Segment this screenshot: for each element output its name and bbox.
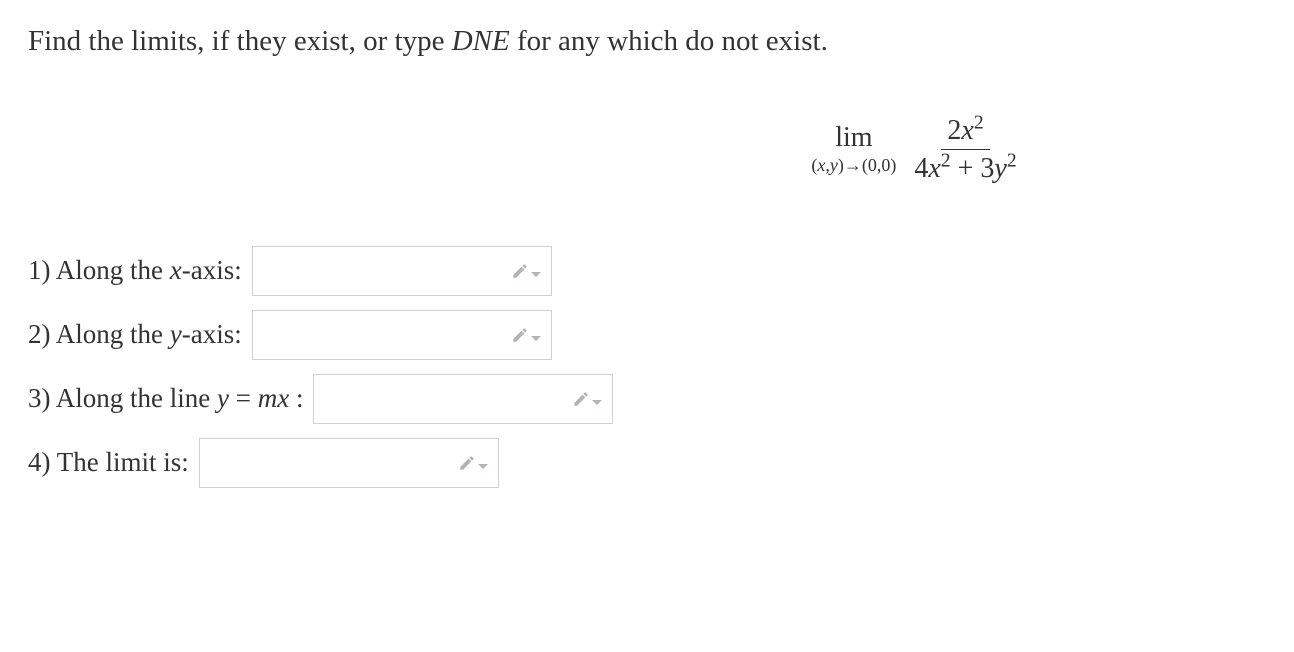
question-1-label: 1) Along the x-axis:: [28, 250, 242, 291]
question-2-row: 2) Along the y-axis:: [28, 310, 1266, 360]
instruction-prefix: Find the limits, if they exist, or type: [28, 25, 452, 57]
chevron-down-icon: [531, 336, 541, 341]
edit-dropdown-icon[interactable]: [511, 262, 541, 280]
question-1-row: 1) Along the x-axis:: [28, 246, 1266, 296]
lim-word: lim: [835, 123, 872, 154]
limit-fraction: 2x2 4x2 + 3y2: [908, 114, 1022, 186]
answer-input-4[interactable]: [199, 438, 499, 488]
pencil-icon: [511, 262, 529, 280]
question-3-row: 3) Along the line y = mx :: [28, 374, 1266, 424]
instruction-suffix: for any which do not exist.: [510, 25, 828, 57]
pencil-icon: [458, 454, 476, 472]
answer-input-1[interactable]: [252, 246, 552, 296]
pencil-icon: [511, 326, 529, 344]
chevron-down-icon: [531, 272, 541, 277]
chevron-down-icon: [592, 400, 602, 405]
instruction-text: Find the limits, if they exist, or type …: [28, 20, 1266, 64]
question-2-label: 2) Along the y-axis:: [28, 314, 242, 355]
question-4-label: 4) The limit is:: [28, 442, 189, 483]
edit-dropdown-icon[interactable]: [572, 390, 602, 408]
denominator: 4x2 + 3y2: [908, 150, 1022, 186]
edit-dropdown-icon[interactable]: [511, 326, 541, 344]
answer-input-3[interactable]: [313, 374, 613, 424]
answer-input-2[interactable]: [252, 310, 552, 360]
lim-subscript: (x,y)→(0,0): [811, 156, 896, 176]
question-3-label: 3) Along the line y = mx :: [28, 378, 303, 419]
limit-expression: lim (x,y)→(0,0) 2x2 4x2 + 3y2: [28, 114, 1266, 186]
edit-dropdown-icon[interactable]: [458, 454, 488, 472]
chevron-down-icon: [478, 464, 488, 469]
limit-operator: lim (x,y)→(0,0): [811, 123, 896, 176]
pencil-icon: [572, 390, 590, 408]
numerator: 2x2: [941, 114, 989, 151]
question-4-row: 4) The limit is:: [28, 438, 1266, 488]
instruction-dne: DNE: [452, 25, 510, 57]
